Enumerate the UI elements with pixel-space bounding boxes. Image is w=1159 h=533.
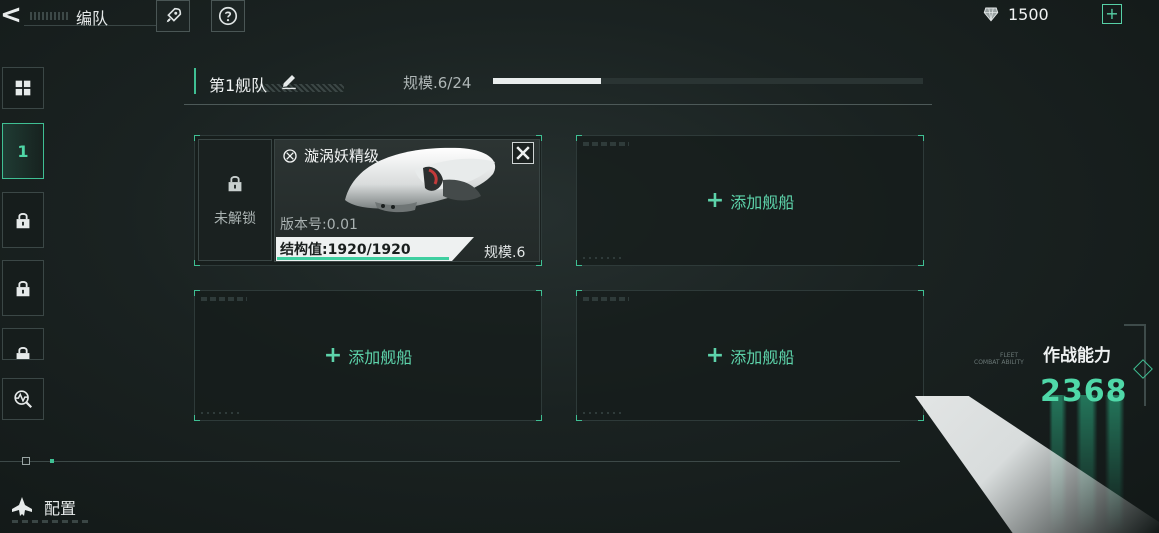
rocket-button[interactable] xyxy=(156,0,190,32)
sidebar-item-fleet-1[interactable]: 1 xyxy=(2,123,44,179)
help-icon xyxy=(218,6,238,26)
header-divider xyxy=(184,104,932,105)
back-button[interactable]: < xyxy=(0,0,22,30)
add-currency-button[interactable]: + xyxy=(1102,4,1122,24)
help-button[interactable] xyxy=(211,0,245,32)
page-title: 编队 xyxy=(76,9,109,28)
lock-icon xyxy=(16,213,30,229)
add-ship-button[interactable]: + 添加舰船 xyxy=(577,291,923,420)
close-icon xyxy=(516,146,530,160)
add-ship-label: 添加舰船 xyxy=(348,347,413,367)
rocket-icon xyxy=(166,7,182,23)
remove-ship-button[interactable] xyxy=(512,142,534,164)
config-button[interactable]: 配置 xyxy=(10,493,76,521)
sidebar-item-locked-2[interactable] xyxy=(2,192,44,248)
add-ship-label: 添加舰船 xyxy=(730,347,795,367)
bottom-node-decoration xyxy=(22,457,30,465)
currency-display: 1500 xyxy=(982,3,1049,25)
sidebar-item-overview[interactable] xyxy=(2,67,44,109)
ship-hp-label: 结构值:1920/1920 xyxy=(280,242,411,258)
bottom-tick-decoration xyxy=(50,459,54,463)
bottom-divider xyxy=(0,461,900,462)
lock-icon xyxy=(16,347,30,359)
lock-icon xyxy=(16,281,30,297)
plus-icon: + xyxy=(705,342,725,368)
edit-icon[interactable] xyxy=(280,72,298,90)
ship-slot-2: + 添加舰船 xyxy=(576,135,924,266)
locked-label: 未解锁 xyxy=(214,211,256,227)
fleet-scale-bar xyxy=(493,78,923,84)
ship-hp-bar xyxy=(277,257,449,260)
ship-slot-4: + 添加舰船 xyxy=(576,290,924,421)
add-ship-button[interactable]: + 添加舰船 xyxy=(577,136,923,265)
plus-icon: + xyxy=(705,187,725,213)
combat-deco-text: FLEET COMBAT ABILITY xyxy=(974,352,1024,366)
fleet-name: 第1舰队 xyxy=(209,76,268,95)
ship-scale: 规模.6 xyxy=(484,245,526,261)
sidebar-item-locked-3[interactable] xyxy=(2,260,44,316)
plus-icon: + xyxy=(323,342,343,368)
fleet-scale-label: 规模.6/24 xyxy=(403,74,472,92)
crystal-icon xyxy=(983,7,999,22)
ship-version: 版本号:0.01 xyxy=(280,217,358,233)
currency-amount: 1500 xyxy=(1008,4,1049,24)
grid-icon xyxy=(15,80,31,96)
fleet-scale-fill xyxy=(493,78,601,84)
sidebar-item-locked-4[interactable] xyxy=(2,328,44,360)
locked-module-slot: 未解锁 xyxy=(198,139,272,261)
lock-icon xyxy=(228,176,242,192)
add-ship-button[interactable]: + 添加舰船 xyxy=(195,291,541,420)
config-sub-decoration xyxy=(12,520,92,523)
ship-silhouette-icon xyxy=(12,497,32,516)
ship-class-icon xyxy=(283,148,297,163)
fleet-number: 1 xyxy=(17,141,29,161)
sidebar-item-scan[interactable] xyxy=(2,378,44,420)
ship-name: 漩涡妖精级 xyxy=(282,145,379,166)
ship-slot-3: + 添加舰船 xyxy=(194,290,542,421)
combat-power-value: 2368 xyxy=(1040,374,1128,409)
ship-name-text: 漩涡妖精级 xyxy=(304,147,380,165)
add-ship-label: 添加舰船 xyxy=(730,192,795,212)
combat-power-label: 作战能力 xyxy=(1043,346,1111,366)
config-label: 配置 xyxy=(44,499,77,518)
scan-search-icon xyxy=(14,390,33,409)
